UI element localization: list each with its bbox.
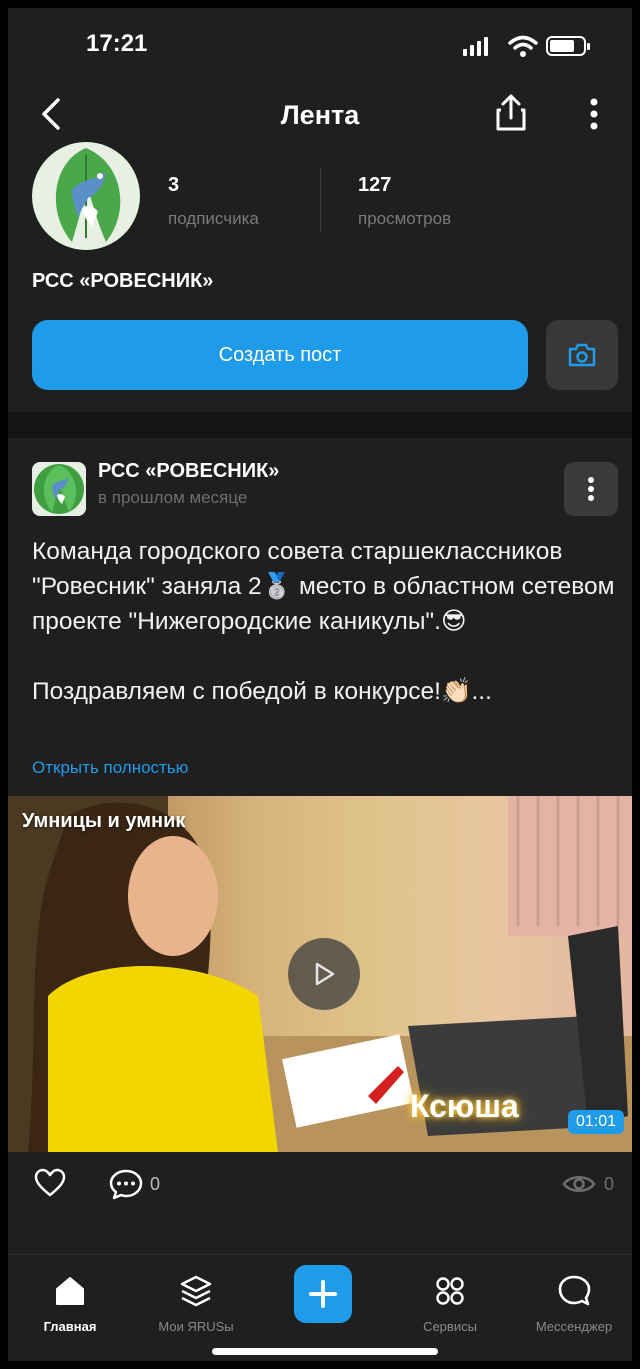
like-heart-icon[interactable] (34, 1168, 66, 1198)
post-views-count: 0 (604, 1174, 615, 1194)
tab-label: Мессенджер (535, 1319, 613, 1334)
signal-icon (463, 36, 488, 56)
video-caption: Умницы и умник (22, 810, 186, 832)
tab-label: Главная (43, 1319, 97, 1334)
group-avatar[interactable] (32, 142, 140, 250)
page-title: Лента (280, 100, 360, 130)
post-actions-bar: 0 0 (8, 1152, 632, 1212)
chat-icon (558, 1275, 591, 1306)
nav-bar: Лента (8, 80, 632, 150)
feed-screen: 17:21 Лента 3 подписчика 127 просмотров … (8, 8, 632, 1361)
views-count: 127 (358, 174, 392, 196)
expand-post-link[interactable]: Открыть полностью (32, 758, 188, 778)
tab-my-yarus[interactable]: Мои ЯRUSы (136, 1271, 256, 1334)
tab-messenger[interactable]: Мессенджер (514, 1271, 632, 1334)
more-options-icon[interactable] (576, 94, 612, 134)
group-logo-icon (32, 142, 140, 250)
stat-divider (320, 168, 321, 232)
create-post-button[interactable]: Создать пост (32, 320, 528, 390)
comments-count: 0 (150, 1174, 161, 1194)
video-duration-badge: 01:01 (568, 1110, 625, 1134)
post-menu-button[interactable] (564, 462, 618, 516)
subscribers-label: подписчика (168, 209, 259, 228)
post-video[interactable]: Умницы и умник Ксюша 01:01 (8, 796, 632, 1152)
tab-label: Мои ЯRUSы (158, 1319, 234, 1334)
battery-icon (546, 36, 590, 56)
plus-icon (309, 1280, 337, 1308)
camera-icon (568, 343, 596, 367)
tab-label: Сервисы (423, 1319, 477, 1334)
post-text: Команда городского совета старшеклассник… (32, 538, 615, 705)
grid-icon (436, 1277, 464, 1305)
more-options-icon (588, 477, 594, 501)
play-button[interactable] (288, 938, 360, 1010)
share-icon[interactable] (490, 92, 532, 134)
views-eye-icon (562, 1176, 596, 1192)
post-author-name[interactable]: РСС «РОВЕСНИК» (98, 460, 279, 483)
play-icon (315, 962, 335, 986)
views-stat: 127 просмотров (358, 174, 451, 229)
home-icon (56, 1277, 84, 1305)
video-name-tag: Ксюша (410, 1088, 519, 1124)
bottom-tab-bar: Главная Мои ЯRUSы Сервисы Мессенджер (8, 1254, 632, 1361)
post-card: РСС «РОВЕСНИК» в прошлом месяце Команда … (8, 438, 632, 1222)
section-divider (8, 412, 632, 438)
add-post-button[interactable] (294, 1265, 352, 1323)
tab-home[interactable]: Главная (10, 1271, 130, 1334)
camera-button[interactable] (546, 320, 618, 390)
tab-services[interactable]: Сервисы (390, 1271, 510, 1334)
comment-icon[interactable] (108, 1168, 144, 1200)
post-timestamp: в прошлом месяце (98, 488, 248, 507)
status-bar: 17:21 (8, 8, 632, 80)
subscribers-stat[interactable]: 3 подписчика (168, 174, 259, 229)
layers-icon (180, 1275, 212, 1307)
home-indicator (212, 1348, 438, 1355)
subscribers-count: 3 (168, 174, 180, 196)
views-label: просмотров (358, 209, 452, 228)
post-author-avatar[interactable] (32, 462, 86, 516)
group-logo-icon (34, 464, 84, 514)
group-name: РСС «РОВЕСНИК» (32, 270, 214, 292)
status-time: 17:21 (86, 30, 148, 57)
wifi-icon (508, 35, 538, 57)
